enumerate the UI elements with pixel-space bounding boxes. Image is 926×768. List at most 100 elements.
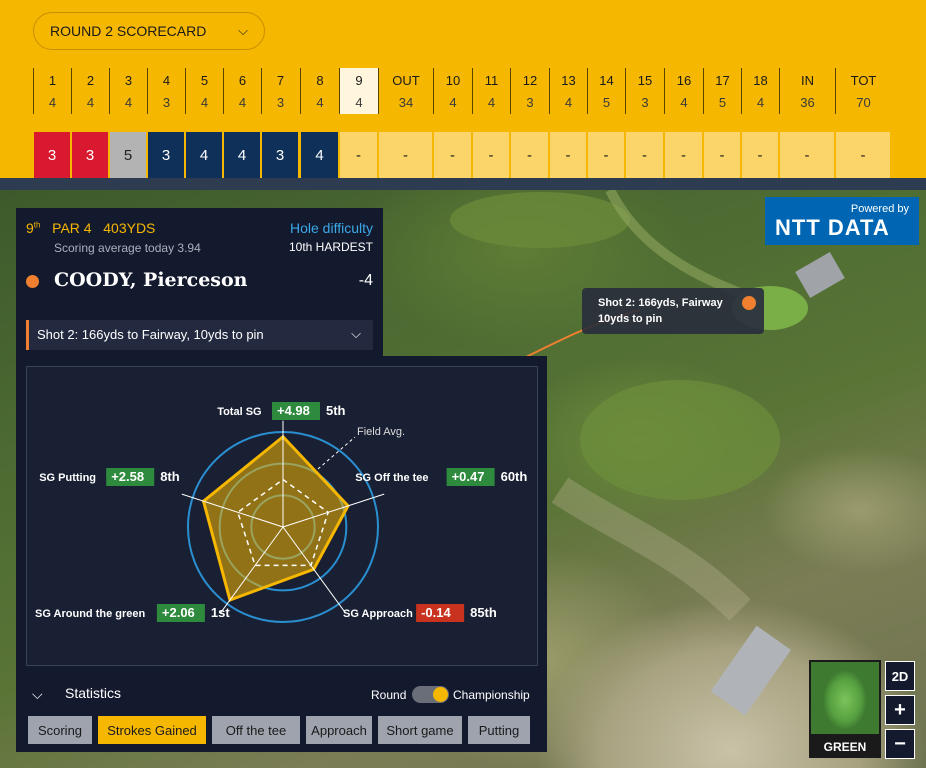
hole-column[interactable]: 15 3 [625, 68, 664, 114]
scorecard-divider [0, 178, 926, 190]
hole-column[interactable]: 73 [261, 68, 299, 114]
hole-par: 4 [756, 95, 765, 110]
hole-number: 1 [48, 73, 57, 88]
sg-rank: 1st [211, 605, 230, 620]
score-cell: - [665, 132, 702, 178]
hole-par: 3 [526, 95, 534, 110]
hole-par: 4 [200, 95, 209, 110]
tab-putting[interactable]: Putting [468, 716, 530, 744]
hole-column[interactable]: 16 4 [664, 68, 703, 114]
hole-column[interactable]: TOT 70 [835, 68, 891, 114]
hole-number: 3 [124, 73, 133, 88]
score-cell: - [511, 132, 548, 178]
hole-par: 5 [602, 95, 611, 110]
hole-column[interactable]: 11 4 [472, 68, 510, 114]
hole-par: 4 [680, 95, 688, 110]
sg-rank: 85th [470, 605, 497, 620]
hole-par: 4 [449, 95, 457, 110]
hole-number: 9 [26, 220, 34, 236]
hole-column[interactable]: 14 [33, 68, 71, 114]
hole-column[interactable]: 54 [185, 68, 223, 114]
hole-par: 5 [718, 95, 727, 110]
axis-name: SG Approach [343, 608, 413, 620]
tab-approach[interactable]: Approach [306, 716, 372, 744]
hole-number: 11 [484, 73, 499, 88]
hole-par: 4 [355, 95, 363, 110]
tooltip-line-1: Shot 2: 166yds, Fairway [598, 297, 723, 309]
hole-column[interactable]: 17 5 [703, 68, 741, 114]
hole-par: 4 [124, 95, 133, 110]
zoom-in-button[interactable]: + [885, 695, 915, 725]
shot-selector[interactable]: Shot 2: 166yds to Fairway, 10yds to pin … [26, 320, 373, 350]
score-cell: - [473, 132, 509, 178]
hole-column[interactable]: 43 [147, 68, 185, 114]
score-cell: - [704, 132, 740, 178]
sg-value: -0.14 [421, 605, 451, 620]
hole-par: 36 [800, 95, 815, 110]
tab-strokes-gained[interactable]: Strokes Gained [98, 716, 206, 744]
chevron-down-icon[interactable]: ⌵ [32, 686, 43, 703]
tab-off-the-tee[interactable]: Off the tee [212, 716, 300, 744]
radar-axis-label: SG Approach -0.14 85th [343, 604, 497, 622]
score-cell: 4 [224, 132, 260, 178]
toggle-round-label: Round [371, 688, 407, 702]
hole-column[interactable]: 24 [71, 68, 109, 114]
round-dropdown[interactable]: ROUND 2 SCORECARD ⌵ [33, 12, 265, 50]
axis-name: SG Around the green [35, 608, 145, 620]
chevron-down-icon: ⌵ [238, 23, 248, 38]
score-cell: - [550, 132, 586, 178]
hole-number: 4 [162, 73, 171, 88]
hole-number: 14 [599, 73, 614, 88]
view-2d-button[interactable]: 2D [885, 661, 915, 691]
hole-par: 4 [316, 95, 324, 110]
sponsor-brand: NTT DATA [775, 215, 890, 240]
hole-column[interactable]: 18 4 [741, 68, 779, 114]
hole-number: 12 [522, 73, 538, 88]
score-cell: 3 [262, 132, 298, 178]
hole-number: 16 [676, 73, 692, 88]
hole-par: 3 [276, 95, 285, 110]
player-polygon [201, 434, 350, 602]
radar-svg: Field Avg. Total SG +4.98 5th SG Off the tee… [35, 402, 527, 623]
hole-number: 18 [753, 73, 768, 88]
minimap-label: GREEN [823, 740, 867, 754]
score-cell: - [340, 132, 377, 178]
hole-column[interactable]: 64 [223, 68, 261, 114]
toggle-championship-label: Championship [453, 688, 530, 702]
score-cell: - [588, 132, 624, 178]
axis-name: SG Putting [39, 472, 96, 484]
hole-column[interactable]: IN 36 [779, 68, 835, 114]
sg-value: +2.06 [162, 605, 195, 620]
round-championship-toggle[interactable] [412, 686, 449, 703]
tab-scoring[interactable]: Scoring [28, 716, 92, 744]
hole-par: 4 [487, 95, 496, 110]
sg-value: +4.98 [277, 403, 310, 418]
hole-par: 70 [856, 95, 871, 110]
hole-column[interactable]: 13 4 [549, 68, 587, 114]
hole-column[interactable]: 12 3 [510, 68, 549, 114]
green-minimap[interactable]: GREEN [809, 660, 881, 758]
hole-column[interactable]: 14 5 [587, 68, 625, 114]
score-cell: 4 [186, 132, 222, 178]
hole-column[interactable]: OUT 34 [378, 68, 433, 114]
shot-marker-icon[interactable] [742, 296, 756, 310]
hole-number: 7 [276, 73, 285, 88]
scoring-average: Scoring average today 3.94 [54, 241, 201, 255]
score-cell: - [742, 132, 778, 178]
statistics-label[interactable]: Statistics [65, 685, 121, 701]
hole-number: 10 [445, 73, 461, 88]
hole-column[interactable]: 94 [339, 68, 378, 114]
zoom-out-button[interactable]: − [885, 729, 915, 759]
hole-number: TOT [850, 73, 877, 88]
radar-axis-label: SG Off the tee +0.47 60th [355, 468, 527, 486]
hole-number: OUT [392, 73, 420, 88]
radar-chart: Field Avg. Total SG +4.98 5th SG Off the tee… [26, 366, 538, 666]
player-name[interactable]: COODY, Pierceson [54, 269, 248, 291]
statistics-header: ⌵ Statistics Round Championship [16, 674, 547, 714]
sg-rank: 8th [160, 469, 180, 484]
hole-par: 4 [238, 95, 247, 110]
hole-column[interactable]: 34 [109, 68, 147, 114]
hole-column[interactable]: 10 4 [433, 68, 472, 114]
tab-short-game[interactable]: Short game [378, 716, 462, 744]
hole-column[interactable]: 84 [300, 68, 339, 114]
